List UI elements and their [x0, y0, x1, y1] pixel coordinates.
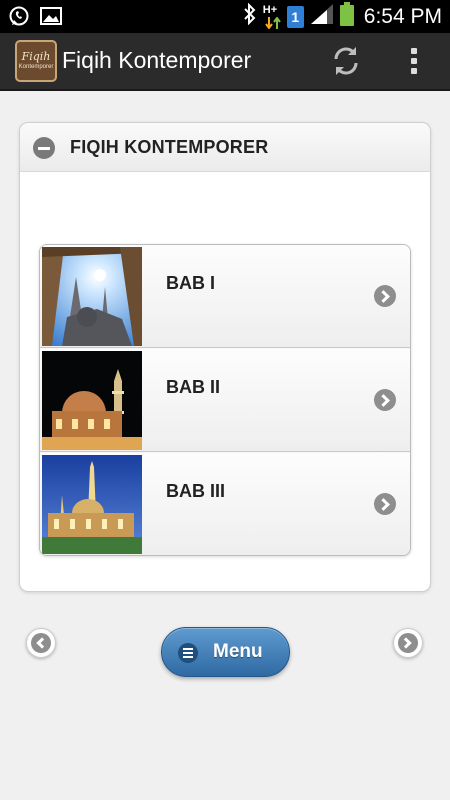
- next-button[interactable]: [393, 628, 423, 658]
- mosque-night-dome-thumb: [42, 351, 142, 450]
- app-title: Fiqih Kontemporer: [62, 47, 252, 73]
- previous-button[interactable]: [26, 628, 56, 658]
- battery-icon: [339, 2, 354, 31]
- mosque-minarets-sky-thumb: [42, 247, 142, 346]
- collapsible-section: FIQIH KONTEMPORER BAB I BAB II BAB III: [19, 122, 431, 592]
- sim-icon: 1: [286, 5, 304, 28]
- menu-list-icon: [178, 643, 198, 663]
- app-bar: Fiqih Kontemporer Fiqih Kontemporer: [0, 33, 450, 91]
- list-item-label: BAB III: [166, 481, 226, 501]
- section-header[interactable]: FIQIH KONTEMPORER: [20, 123, 430, 172]
- overflow-menu-icon[interactable]: [404, 44, 424, 78]
- chapter-list: BAB I BAB II BAB III: [39, 244, 411, 556]
- collapse-minus-icon[interactable]: [33, 137, 55, 159]
- refresh-icon[interactable]: [328, 43, 364, 79]
- signal-icon: [310, 3, 334, 30]
- chevron-right-icon: [374, 493, 396, 515]
- mosque-dusk-lit-thumb: [42, 455, 142, 554]
- chevron-right-icon: [398, 633, 418, 653]
- section-title: FIQIH KONTEMPORER: [70, 137, 269, 157]
- menu-button-label: Menu: [213, 641, 263, 662]
- list-item-label: BAB I: [166, 273, 215, 293]
- chevron-left-icon: [31, 633, 51, 653]
- image-icon: [40, 6, 62, 31]
- chevron-right-icon: [374, 389, 396, 411]
- status-bar: H+ 1 6:54 PM: [0, 0, 450, 33]
- list-item[interactable]: BAB II: [40, 349, 410, 452]
- bluetooth-icon: [243, 2, 257, 30]
- whatsapp-icon: [8, 5, 30, 32]
- chevron-right-icon: [374, 285, 396, 307]
- list-item[interactable]: BAB III: [40, 453, 410, 555]
- list-item[interactable]: BAB I: [40, 245, 410, 348]
- clock: 6:54 PM: [363, 4, 442, 28]
- menu-button[interactable]: Menu: [161, 627, 290, 677]
- list-item-label: BAB II: [166, 377, 220, 397]
- app-logo[interactable]: Fiqih Kontemporer: [15, 40, 57, 82]
- network-hplus-icon: H+: [263, 4, 281, 30]
